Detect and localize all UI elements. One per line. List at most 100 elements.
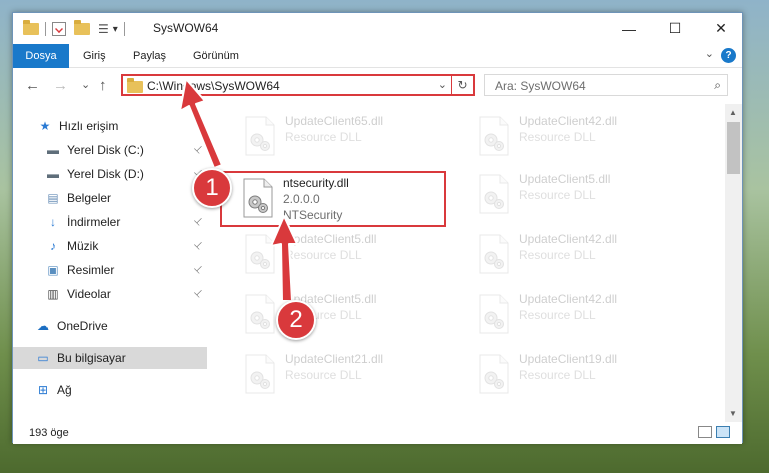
file-description: Resource DLL xyxy=(285,248,362,262)
dll-file-icon xyxy=(477,294,511,334)
pin-icon[interactable]: ⊥ xyxy=(192,143,206,157)
file-item[interactable]: UpdateClient42.dll Resource DLL xyxy=(471,228,691,280)
dll-file-icon xyxy=(477,174,511,214)
cloud-icon: ☁ xyxy=(37,319,49,333)
music-icon: ♪ xyxy=(50,239,56,253)
help-icon[interactable]: ? xyxy=(721,48,736,63)
file-name: UpdateClient19.dll xyxy=(519,352,618,366)
file-description: Resource DLL xyxy=(519,308,596,322)
file-description: Resource DLL xyxy=(285,368,362,382)
step-1-badge: 1 xyxy=(192,168,232,208)
new-folder-icon[interactable] xyxy=(74,20,90,35)
scrollbar-thumb[interactable] xyxy=(727,122,740,174)
file-item[interactable]: UpdateClient42.dll Resource DLL xyxy=(471,288,691,340)
navigation-bar: ← → ⌄ ↑ C:\Windows\SysWOW64 ⌄ ↻ Ara: Sys… xyxy=(13,68,742,104)
file-name: UpdateClient21.dll xyxy=(285,352,384,366)
sidebar-item[interactable]: ★ Hızlı erişim xyxy=(13,115,207,137)
documents-icon: ▤ xyxy=(47,191,59,205)
tab-giris[interactable]: Giriş xyxy=(73,44,116,68)
scroll-down-icon[interactable]: ▼ xyxy=(729,409,737,418)
file-item[interactable]: UpdateClient65.dll Resource DLL xyxy=(237,110,457,162)
downloads-icon: ↓ xyxy=(50,215,56,229)
back-icon[interactable]: ← xyxy=(25,77,40,94)
sidebar-item-label: Ağ xyxy=(57,383,72,397)
pin-icon[interactable]: ⊥ xyxy=(192,287,206,301)
tiles-view-icon[interactable] xyxy=(716,426,730,438)
explorer-window: ☰ ▾ SysWOW64 — ☐ ✕ Dosya Giriş Paylaş Gö… xyxy=(12,12,743,444)
network-icon: ⊞ xyxy=(37,383,49,397)
computer-icon: ▭ xyxy=(37,351,49,365)
minimize-button[interactable]: — xyxy=(606,13,652,44)
forward-icon[interactable]: → xyxy=(53,77,68,94)
file-list: UpdateClient65.dll Resource DLL UpdateClie… xyxy=(213,104,725,422)
pin-icon[interactable]: ⊥ xyxy=(192,263,206,277)
customize-icon[interactable]: ☰ xyxy=(98,22,109,36)
address-path[interactable]: C:\Windows\SysWOW64 xyxy=(147,79,280,93)
divider xyxy=(45,22,46,36)
file-item[interactable]: UpdateClient42.dll Resource DLL xyxy=(471,110,691,162)
sidebar-item[interactable]: ▬Yerel Disk (D:)⊥ xyxy=(13,163,207,185)
title-bar: ☰ ▾ SysWOW64 — ☐ ✕ xyxy=(13,13,742,44)
sidebar-item[interactable]: ♪ Müzik ⊥ xyxy=(13,235,207,257)
sidebar-item-label: Hızlı erişim xyxy=(59,119,119,133)
details-view-icon[interactable] xyxy=(698,426,712,438)
close-button[interactable]: ✕ xyxy=(698,13,744,44)
file-description: Resource DLL xyxy=(285,130,362,144)
file-item[interactable]: UpdateClient5.dll Resource DLL xyxy=(471,168,691,220)
maximize-button[interactable]: ☐ xyxy=(652,13,698,44)
folder-icon xyxy=(23,20,39,35)
address-bar[interactable]: C:\Windows\SysWOW64 ⌄ ↻ xyxy=(121,74,475,96)
file-name: UpdateClient5.dll xyxy=(519,172,611,186)
item-count: 193 öge xyxy=(29,427,69,439)
file-item[interactable]: UpdateClient19.dll Resource DLL xyxy=(471,348,691,400)
sidebar-item[interactable]: ▬ Yerel Disk (C:) ⊥ xyxy=(13,139,207,161)
pin-icon[interactable]: ⊥ xyxy=(192,239,206,253)
status-bar: 193 öge xyxy=(13,422,742,444)
ribbon-tabs: Dosya Giriş Paylaş Görünüm ⌄ ? xyxy=(13,44,742,68)
search-input[interactable]: Ara: SysWOW64 ⌕ xyxy=(484,74,728,96)
dll-file-icon xyxy=(477,354,511,394)
sidebar-item[interactable]: ⊞ Ağ xyxy=(13,379,207,401)
sidebar-item[interactable]: ☁ OneDrive xyxy=(13,315,207,337)
vertical-scrollbar[interactable]: ▲ ▼ xyxy=(725,104,742,422)
maximize-icon: ☐ xyxy=(668,20,682,36)
scroll-up-icon[interactable]: ▲ xyxy=(729,108,737,117)
sidebar-item[interactable]: ▤Belgeler⊥ xyxy=(13,187,207,209)
sidebar-item-label: Belgeler xyxy=(67,191,112,205)
address-dropdown-icon[interactable]: ⌄ xyxy=(438,78,447,91)
tab-dosya[interactable]: Dosya xyxy=(13,44,69,68)
tab-gorunum[interactable]: Görünüm xyxy=(183,44,249,68)
pin-icon[interactable]: ⊥ xyxy=(192,215,206,229)
dll-file-icon xyxy=(477,234,511,274)
file-item[interactable]: UpdateClient21.dll Resource DLL xyxy=(237,348,457,400)
sidebar-item[interactable]: ▣ Resimler ⊥ xyxy=(13,259,207,281)
sidebar-item[interactable]: ▥ Videolar ⊥ xyxy=(13,283,207,305)
file-description: Resource DLL xyxy=(519,368,596,382)
refresh-icon[interactable]: ↻ xyxy=(451,76,473,94)
tab-paylas[interactable]: Paylaş xyxy=(123,44,176,68)
file-item[interactable]: UpdateClient5.dll Resource DLL xyxy=(237,228,457,280)
recent-locations-icon[interactable]: ⌄ xyxy=(81,78,90,91)
search-icon[interactable]: ⌕ xyxy=(714,78,721,93)
sidebar-item[interactable]: ▭ Bu bilgisayar xyxy=(13,347,207,369)
chevron-down-icon[interactable]: ▾ xyxy=(113,24,118,35)
up-icon[interactable]: ↑ xyxy=(99,77,107,94)
file-description: Resource DLL xyxy=(519,248,596,262)
file-description: Resource DLL xyxy=(519,130,596,144)
sidebar-item-label: Bu bilgisayar xyxy=(57,351,126,365)
file-name: UpdateClient42.dll xyxy=(519,292,618,306)
file-item[interactable]: UpdateClient5.dll Resource DLL xyxy=(237,288,457,340)
minimize-icon: — xyxy=(622,20,636,37)
pictures-icon: ▣ xyxy=(47,263,59,277)
ribbon-collapse-icon[interactable]: ⌄ xyxy=(705,47,714,60)
properties-icon[interactable] xyxy=(52,22,66,36)
star-icon: ★ xyxy=(39,119,51,133)
close-icon: ✕ xyxy=(715,20,727,36)
sidebar-item-label: Yerel Disk (D:) xyxy=(67,167,144,181)
file-name: UpdateClient65.dll xyxy=(285,114,384,128)
dll-file-icon xyxy=(243,116,277,156)
highlight-box xyxy=(220,171,446,227)
videos-icon: ▥ xyxy=(47,287,59,301)
sidebar-item[interactable]: ↓ İndirmeler ⊥ xyxy=(13,211,207,233)
sidebar-item-label: Videolar xyxy=(67,287,111,301)
